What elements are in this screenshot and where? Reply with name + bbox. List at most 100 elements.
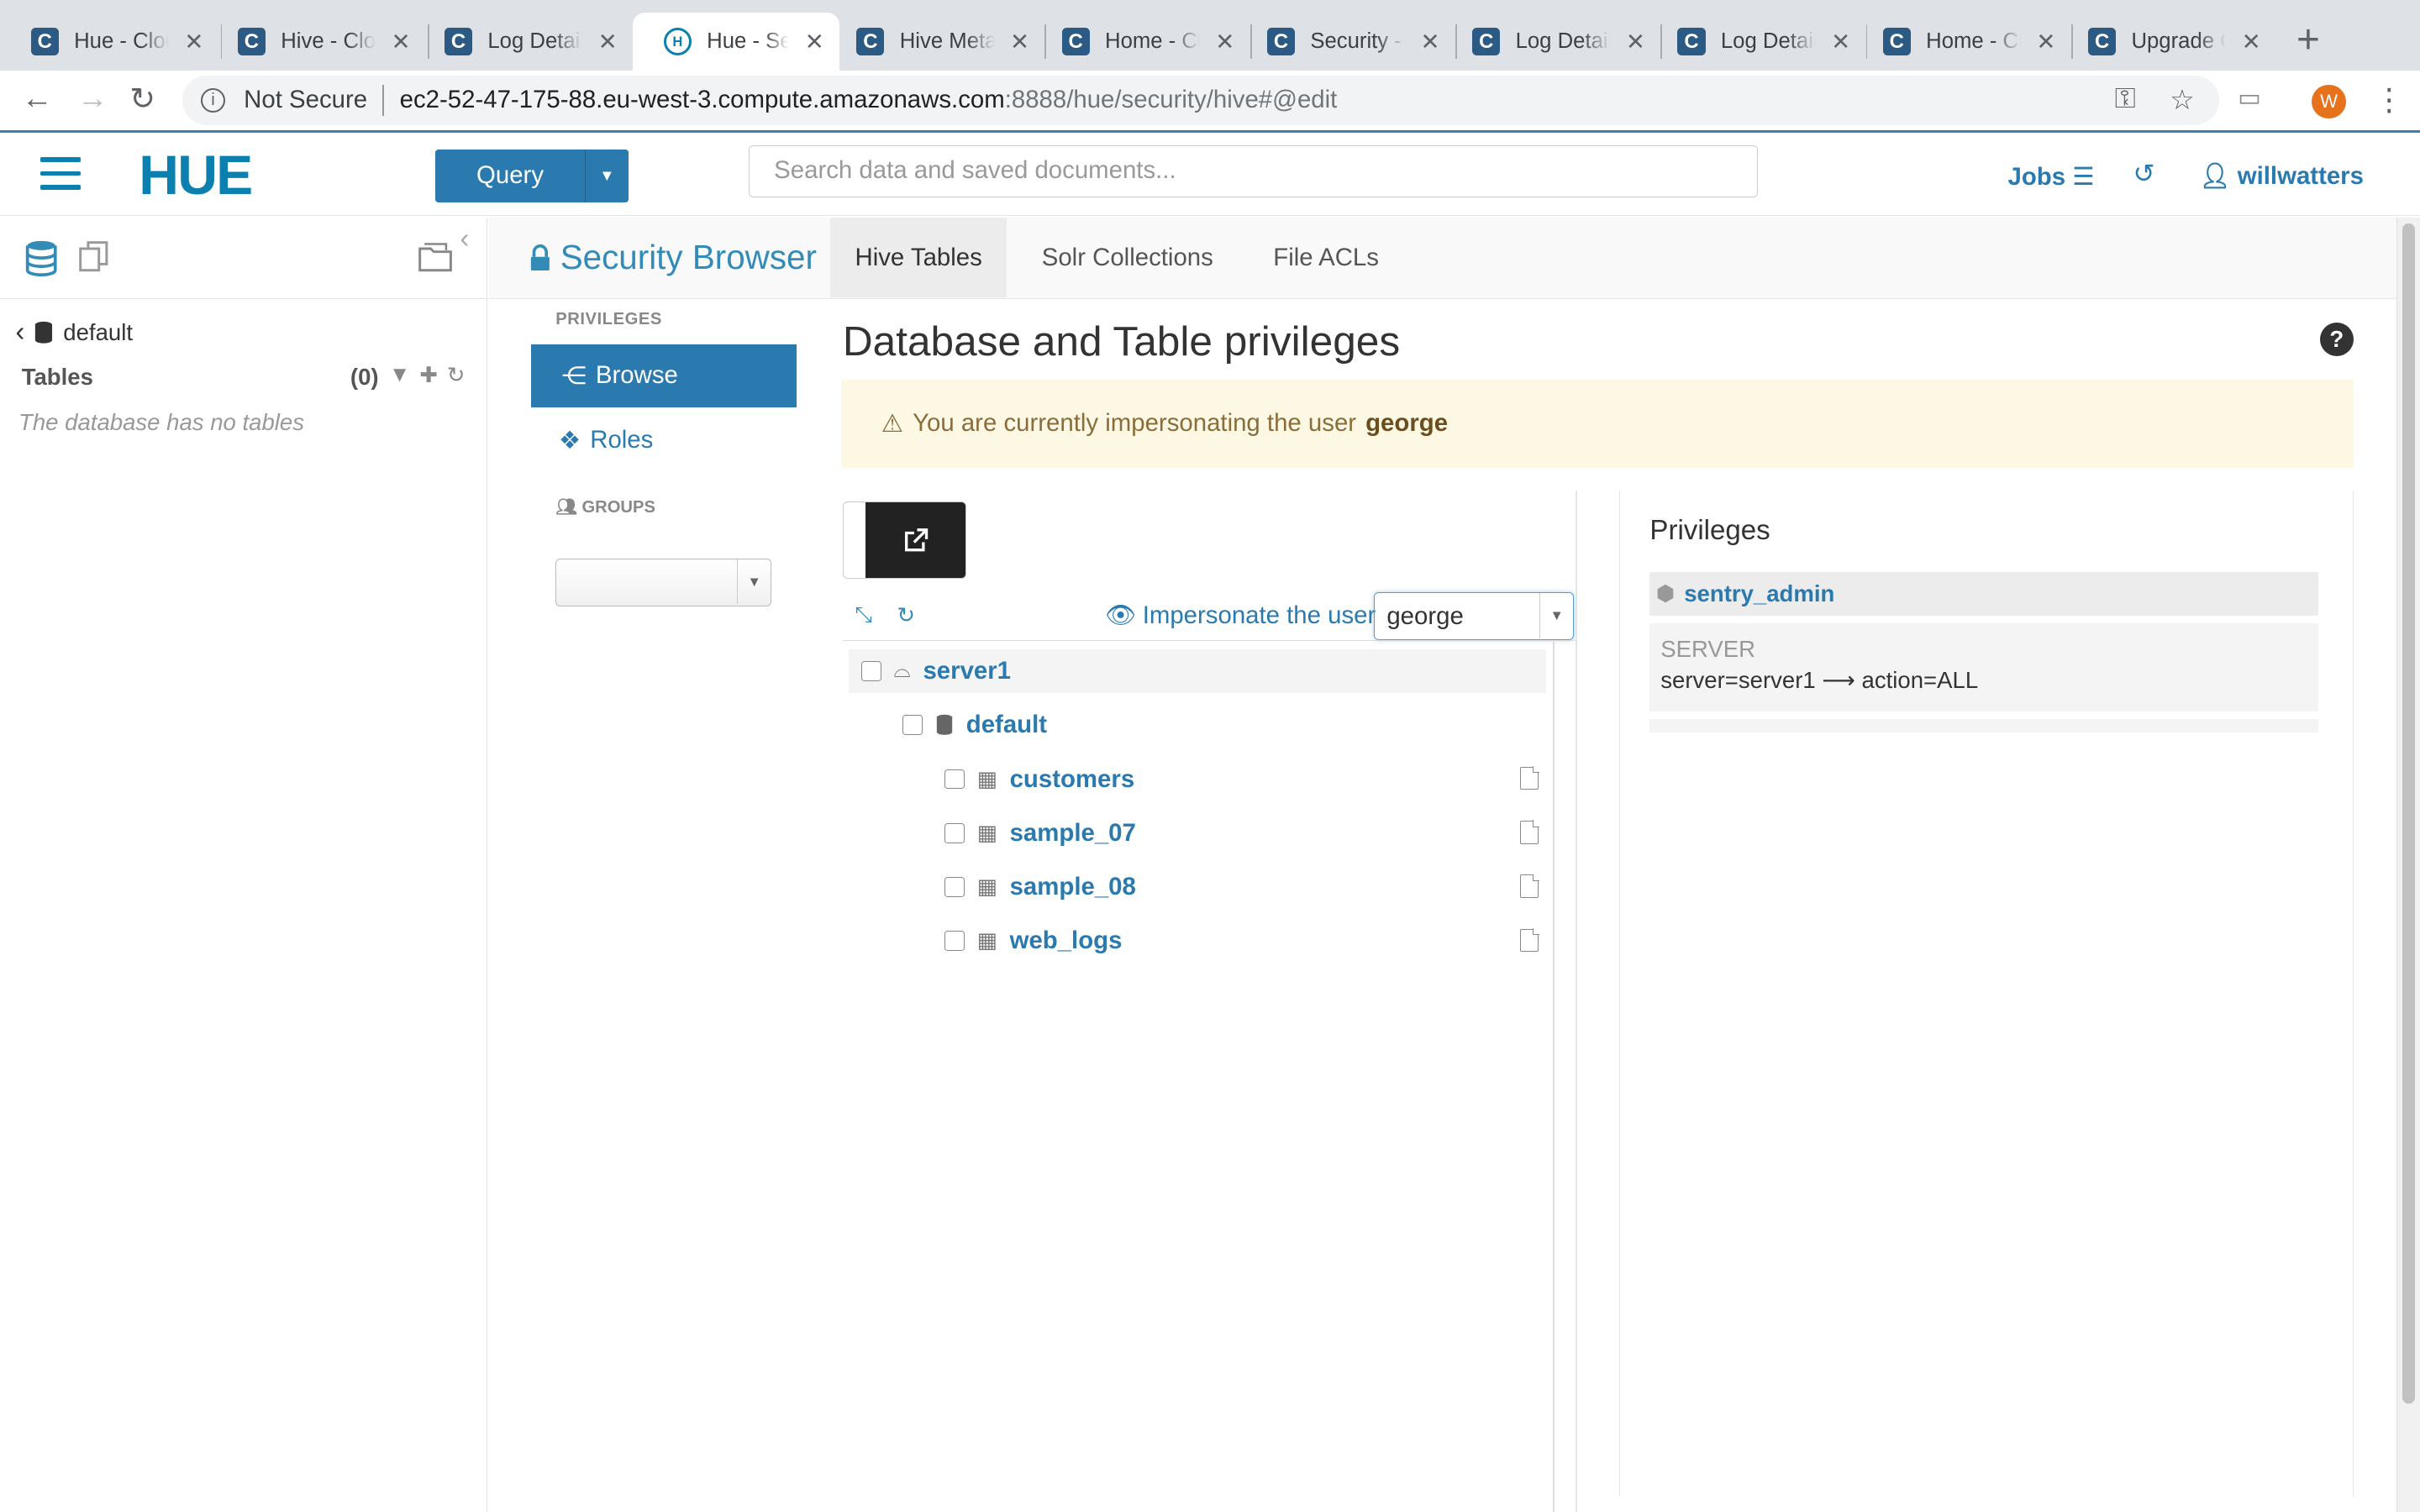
close-tab-icon[interactable]: ✕ — [1010, 29, 1029, 55]
browser-tab-active[interactable]: H Hue - Security ✕ — [633, 12, 840, 71]
query-button[interactable]: Query ▼ — [434, 150, 629, 202]
close-tab-icon[interactable]: ✕ — [184, 29, 203, 55]
tree-node-table[interactable]: ▦ web_logs — [944, 920, 1122, 963]
tab-hive-tables[interactable]: Hive Tables — [830, 217, 1007, 298]
refresh-icon[interactable]: ↻ — [897, 603, 915, 628]
close-tab-icon[interactable]: ✕ — [1215, 29, 1234, 55]
file-icon[interactable] — [1520, 765, 1539, 790]
browser-tab[interactable]: C Home - Cloudera ✕ — [1852, 13, 2071, 71]
info-icon[interactable]: i — [200, 87, 226, 113]
impersonate-label[interactable]: Impersonate the user — [1143, 601, 1376, 630]
server-checkbox[interactable] — [860, 661, 881, 681]
nav-browse[interactable]: ⋲ Browse — [530, 344, 797, 407]
tree-node-server[interactable]: ⌓ server1 — [860, 649, 1011, 692]
nav-roles[interactable]: ❖ Roles — [559, 426, 653, 455]
tree-node-label[interactable]: server1 — [923, 657, 1011, 685]
assist-database-name[interactable]: default — [63, 319, 133, 346]
table-checkbox[interactable] — [944, 877, 965, 898]
browser-tab[interactable]: C Log Details ✕ — [1441, 13, 1660, 71]
external-link-icon[interactable] — [865, 501, 965, 578]
close-tab-icon[interactable]: ✕ — [391, 29, 410, 55]
security-title-text[interactable]: Security Browser — [560, 238, 817, 277]
tree-node-label[interactable]: sample_07 — [1010, 819, 1136, 848]
user-menu[interactable]: 👤︎ willwatters — [2199, 162, 2364, 191]
close-tab-icon[interactable]: ✕ — [2242, 29, 2261, 55]
browser-tab[interactable]: C Log Details ✕ — [1647, 13, 1866, 71]
browser-tab[interactable]: C Hue - Cloudera ✕ — [0, 13, 219, 71]
caret-down-icon[interactable]: ▼ — [736, 559, 771, 605]
scrollbar-thumb[interactable] — [2402, 223, 2415, 1404]
security-browser-title[interactable]: Security Browser — [529, 238, 817, 277]
folder-icon[interactable] — [417, 239, 454, 281]
close-tab-icon[interactable]: ✕ — [805, 29, 824, 55]
close-tab-icon[interactable]: ✕ — [1421, 29, 1440, 55]
close-tab-icon[interactable]: ✕ — [2036, 29, 2055, 55]
history-icon[interactable]: ↺ — [2133, 159, 2154, 189]
table-checkbox[interactable] — [944, 931, 965, 952]
tree-node-database[interactable]: default — [902, 704, 1047, 747]
groups-select[interactable]: ▼ — [555, 558, 772, 606]
table-checkbox[interactable] — [944, 769, 965, 790]
file-icon[interactable] — [1520, 820, 1539, 844]
browser-menu-icon[interactable]: ⋮ — [2374, 81, 2405, 118]
caret-down-icon[interactable]: ▼ — [585, 150, 628, 202]
username[interactable]: willwatters — [2238, 162, 2364, 190]
file-icon[interactable] — [1520, 927, 1539, 953]
documents-icon[interactable] — [77, 239, 111, 281]
hamburger-menu-icon[interactable] — [39, 157, 81, 191]
tree-node-label[interactable]: web_logs — [1010, 927, 1123, 955]
jobs-label[interactable]: Jobs — [2008, 163, 2066, 191]
page-scrollbar[interactable] — [2396, 217, 2420, 1512]
impersonate-user[interactable]: 👁︎ Impersonate the user — [1105, 601, 1376, 630]
browser-tab[interactable]: C Hive - Cloudera ✕ — [207, 13, 426, 71]
browser-tab[interactable]: C Home - Cloudera ✕ — [1031, 13, 1250, 71]
back-chevron-icon[interactable]: ‹ — [15, 317, 24, 349]
tree-node-label[interactable]: customers — [1010, 765, 1135, 794]
close-tab-icon[interactable]: ✕ — [598, 29, 618, 55]
tree-node-table[interactable]: ▦ sample_07 — [944, 811, 1136, 854]
browser-tab[interactable]: C Hive Metastore ✕ — [826, 13, 1045, 71]
forward-icon[interactable]: → — [77, 81, 108, 116]
collapse-all-icon[interactable]: ⤡ — [855, 603, 873, 628]
browser-tab[interactable]: C Security - Cloudera ✕ — [1236, 13, 1455, 71]
open-external-button[interactable] — [842, 501, 966, 579]
bookmark-star-icon[interactable]: ☆ — [2170, 83, 2195, 117]
filter-icon[interactable]: ▼ — [389, 363, 410, 388]
address-bar[interactable]: i Not Secure ec2-52-47-175-88.eu-west-3.… — [182, 75, 2220, 125]
tab-file-acls[interactable]: File ACLs — [1249, 218, 1403, 298]
tree-node-table[interactable]: ▦ customers — [944, 758, 1134, 801]
key-icon[interactable]: ⚿ — [2115, 83, 2136, 117]
tab-solr-collections[interactable]: Solr Collections — [1017, 218, 1238, 298]
back-icon[interactable]: ← — [22, 81, 53, 116]
add-icon[interactable]: ✚ — [419, 363, 438, 388]
refresh-icon[interactable]: ↻ — [447, 363, 466, 388]
tree-node-label[interactable]: default — [966, 711, 1047, 739]
browser-tab[interactable]: C Log Details ✕ — [413, 13, 633, 71]
assist-database-breadcrumb[interactable]: ‹ default — [15, 317, 133, 349]
file-icon[interactable] — [1520, 874, 1539, 898]
database-icon[interactable] — [24, 239, 58, 285]
impersonate-user-select[interactable]: george ▼ — [1373, 592, 1575, 641]
table-checkbox[interactable] — [944, 822, 965, 843]
new-tab-icon[interactable]: + — [2296, 18, 2320, 61]
nav-roles-label[interactable]: Roles — [590, 426, 653, 454]
role-row[interactable]: ⬢ sentry_admin — [1649, 572, 2318, 616]
collapse-panel-icon[interactable]: ‹ — [460, 223, 469, 255]
global-search-input[interactable]: Search data and saved documents... — [748, 144, 1758, 198]
jobs-button[interactable]: Jobs ☰ — [2008, 162, 2095, 192]
database-checkbox[interactable] — [902, 715, 923, 736]
close-tab-icon[interactable]: ✕ — [1831, 29, 1850, 55]
browser-tab[interactable]: C Upgrade Cloudera ✕ — [2057, 13, 2276, 71]
tree-node-table[interactable]: ▦ sample_08 — [944, 865, 1136, 908]
caret-down-icon[interactable]: ▼ — [1539, 593, 1573, 638]
reload-icon[interactable]: ↻ — [129, 81, 155, 117]
extension-icon[interactable]: ▭ — [2238, 83, 2261, 113]
impersonate-user-value[interactable]: george — [1386, 602, 1463, 630]
tree-node-label[interactable]: sample_08 — [1010, 873, 1136, 901]
role-name[interactable]: sentry_admin — [1684, 580, 1834, 607]
help-icon[interactable]: ? — [2319, 322, 2354, 357]
nav-browse-label[interactable]: Browse — [596, 361, 678, 390]
hue-logo[interactable]: HUE — [139, 144, 253, 207]
profile-avatar[interactable]: W — [2312, 85, 2346, 119]
query-button-label[interactable]: Query — [435, 150, 585, 202]
